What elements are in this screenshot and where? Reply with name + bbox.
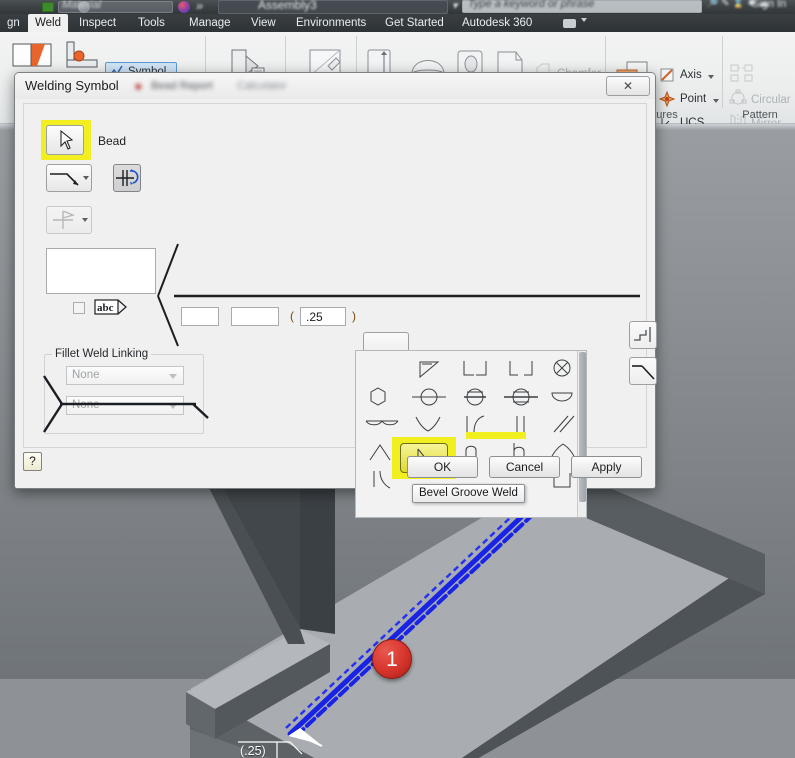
- weld-size-annotation: (.25): [240, 744, 266, 758]
- document-name: Assembly3: [258, 0, 317, 12]
- symbol-cell-half-round-down[interactable]: [544, 383, 590, 411]
- ok-button[interactable]: OK: [407, 456, 478, 478]
- material-label: Material: [62, 0, 102, 11]
- background-bead-report-icon: ■: [135, 81, 142, 93]
- point-icon[interactable]: [658, 90, 676, 108]
- chevron-down-icon[interactable]: [581, 18, 587, 22]
- circular-pattern-icon: [729, 89, 747, 106]
- tab-design[interactable]: gn: [0, 14, 27, 32]
- tail-flag-button[interactable]: [629, 357, 657, 385]
- symbol-cell-hexagon[interactable]: [360, 383, 406, 411]
- search-placeholder: Type a keyword or phrase: [468, 0, 595, 10]
- symbol-cell-square-groove-wide[interactable]: [498, 355, 544, 383]
- axis-button-label: Axis: [680, 69, 702, 81]
- symbol-cell-v-groove-curved[interactable]: [406, 411, 452, 439]
- symbol-cell-slanted-double[interactable]: [544, 411, 590, 439]
- tab-autodesk-360[interactable]: Autodesk 360: [455, 14, 539, 32]
- dialog-body: Bead abc (.25) Fillet Weld Linking Non…: [23, 103, 657, 518]
- tab-weld[interactable]: Weld: [28, 14, 68, 32]
- tail-symbol-button[interactable]: [629, 321, 657, 349]
- paren-close: ): [352, 309, 356, 323]
- panel-divider-5: [722, 36, 723, 108]
- swap-sides-button[interactable]: [113, 164, 141, 192]
- symbol-cell-circle-bar[interactable]: [452, 383, 498, 411]
- tab-tools[interactable]: Tools: [131, 14, 172, 32]
- symbol-cell-circle-x[interactable]: [544, 355, 590, 383]
- reference-line-graphic: [157, 243, 640, 347]
- cancel-button[interactable]: Cancel: [489, 456, 560, 478]
- document-caret[interactable]: ▾: [452, 0, 458, 12]
- symbol-cell-circle-line[interactable]: [406, 383, 452, 411]
- symbol-cell-parallel-bars[interactable]: [498, 411, 544, 439]
- dialog-close-button[interactable]: ✕: [606, 76, 650, 96]
- symbol-cell-circle-double-bar[interactable]: [498, 383, 544, 411]
- reference-checkbox[interactable]: [73, 302, 85, 314]
- point-chevron-down-icon[interactable]: [713, 99, 719, 103]
- weld-length-field[interactable]: [231, 307, 279, 326]
- background-bead-report-label: Bead Report: [151, 80, 213, 92]
- abc-icon[interactable]: abc: [94, 298, 128, 316]
- bead-label: Bead: [98, 134, 127, 148]
- sign-in-label[interactable]: Sign In: [752, 0, 786, 10]
- weld-size-field[interactable]: .25: [300, 307, 346, 326]
- app-icon: [42, 2, 54, 12]
- point-button-label: Point: [680, 93, 707, 105]
- ribbon-tab-strip: gn Weld Inspect Tools Manage View Enviro…: [0, 14, 795, 32]
- note-textbox[interactable]: [46, 248, 156, 294]
- paren-open: (: [290, 309, 294, 323]
- application-titlebar: Material » Assembly3 ▾ Type a keyword or…: [0, 0, 795, 14]
- axis-icon[interactable]: [660, 68, 674, 82]
- tab-manage[interactable]: Manage: [182, 14, 238, 32]
- symbol-cell-double-arc-bar[interactable]: [360, 411, 406, 439]
- background-calculator-label: Calculator: [237, 80, 287, 92]
- bead-button[interactable]: [46, 125, 84, 155]
- axis-chevron-down-icon[interactable]: [708, 75, 714, 79]
- weld-size-value: .25: [306, 310, 323, 324]
- symbol-cell-flag-triangle[interactable]: [406, 355, 452, 383]
- welding-symbol-dialog[interactable]: Welding Symbol ■ Bead Report Calculator …: [14, 72, 657, 518]
- weld-flag-chevron-down-icon[interactable]: [82, 218, 88, 222]
- leg-size-field[interactable]: [181, 307, 219, 326]
- quick-access-more[interactable]: »: [196, 0, 203, 13]
- fillet-weld-icon[interactable]: [12, 40, 54, 70]
- tab-environments[interactable]: Environments: [289, 14, 373, 32]
- tab-inspect[interactable]: Inspect: [72, 14, 123, 32]
- tab-get-started[interactable]: Get Started: [378, 14, 451, 32]
- appearance-icon[interactable]: [178, 1, 190, 13]
- symbol-cell-j-groove[interactable]: [452, 411, 498, 439]
- tab-view[interactable]: View: [244, 14, 283, 32]
- dialog-title: Welding Symbol: [25, 78, 119, 93]
- panel-label-pattern: Pattern: [742, 109, 778, 121]
- fillet-linking-graphic: [42, 375, 209, 433]
- document-tab[interactable]: [218, 0, 448, 14]
- groove-weld-icon[interactable]: [62, 40, 102, 70]
- circular-button-label: Circular: [751, 94, 791, 106]
- dialog-footer: OK Cancel Apply: [15, 448, 655, 488]
- svg-text:abc: abc: [97, 302, 114, 314]
- selection-badge-1[interactable]: 1: [372, 639, 412, 679]
- symbol-cell-empty[interactable]: [360, 355, 406, 383]
- dialog-titlebar[interactable]: Welding Symbol ■ Bead Report Calculator …: [15, 73, 655, 99]
- cloud-icon[interactable]: [563, 19, 576, 28]
- apply-button[interactable]: Apply: [571, 456, 642, 478]
- fillet-weld-linking-title: Fillet Weld Linking: [52, 348, 152, 360]
- dialog-help-button[interactable]: ?: [23, 452, 42, 471]
- rectangular-pattern-icon: [730, 64, 754, 82]
- leader-style-chevron-down-icon[interactable]: [83, 176, 89, 180]
- symbol-cell-square-groove-u[interactable]: [452, 355, 498, 383]
